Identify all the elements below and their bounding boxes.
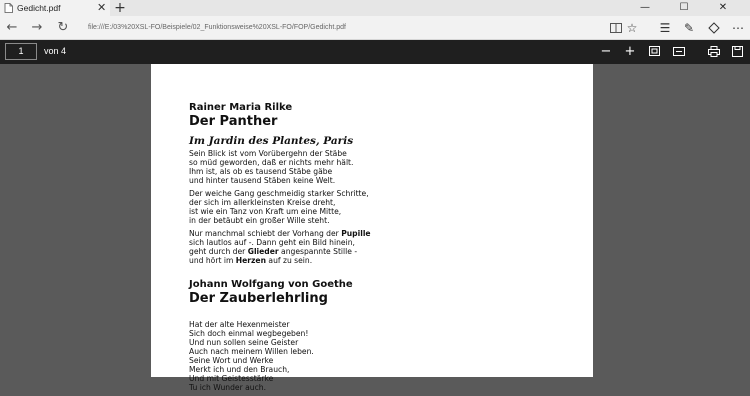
verse-line: Und mit Geistesstärke xyxy=(189,374,274,383)
tab-strip: Gedicht.pdf ✕ + — ☐ ✕ xyxy=(0,0,750,16)
minimize-button[interactable]: — xyxy=(630,0,660,16)
verse-line: geht durch der Glieder angespannte Still… xyxy=(189,247,569,256)
verse-line: in der betäubt ein großer Wille steht. xyxy=(189,216,330,225)
poem-separator xyxy=(189,269,569,279)
verse-line: Nur manchmal schiebt der Vorhang der Pup… xyxy=(189,229,569,238)
verse-line: Tu ich Wunder auch. xyxy=(189,383,266,392)
verse-text: Nur manchmal schiebt der Vorhang der xyxy=(189,229,342,238)
address-bar[interactable]: file:///E:/03%20XSL-FO/Beispiele/02_Funk… xyxy=(88,20,598,36)
navigation-bar: ← → ↻ file:///E:/03%20XSL-FO/Beispiele/0… xyxy=(0,16,750,40)
pdf-toolbar: 1 von 4 − + xyxy=(0,40,750,64)
poem2-stanza-1: Hat der alte Hexenmeister Sich doch einm… xyxy=(189,320,569,392)
poem2-gap xyxy=(189,306,569,318)
page-number-input[interactable]: 1 xyxy=(5,43,37,60)
poem2-title: Der Zauberlehrling xyxy=(189,291,328,306)
poem1-title: Der Panther xyxy=(189,114,278,129)
zoom-in-button[interactable]: + xyxy=(621,43,639,60)
verse-line: und hört im Herzen auf zu sein. xyxy=(189,256,569,265)
pdf-file-icon xyxy=(4,3,13,13)
poem1-subtitle: Im Jardin des Plantes, Paris xyxy=(189,135,354,147)
verse-text: auf zu sein. xyxy=(266,256,313,265)
poem1-stanza-3: Nur manchmal schiebt der Vorhang der Pup… xyxy=(189,229,569,265)
more-icon[interactable]: ⋯ xyxy=(729,20,747,36)
fit-page-icon[interactable] xyxy=(645,43,663,60)
page-layout-icon[interactable] xyxy=(670,43,688,60)
poem-content: Rainer Maria Rilke Der Panther Im Jardin… xyxy=(189,102,569,396)
verse-emphasis: Herzen xyxy=(235,256,266,265)
verse-line: Hat der alte Hexenmeister xyxy=(189,320,290,329)
web-note-icon[interactable]: ✎ xyxy=(680,20,698,36)
pdf-viewer[interactable]: Rainer Maria Rilke Der Panther Im Jardin… xyxy=(0,64,750,392)
close-window-button[interactable]: ✕ xyxy=(708,0,738,16)
verse-line: Sein Blick ist vom Vorübergehn der Stäbe xyxy=(189,149,347,158)
share-icon[interactable] xyxy=(705,20,723,36)
verse-line: Der weiche Gang geschmeidig starker Schr… xyxy=(189,189,369,198)
verse-line: und hinter tausend Stäben keine Welt. xyxy=(189,176,336,185)
verse-text: angespannte Stille - xyxy=(278,247,358,256)
refresh-button[interactable]: ↻ xyxy=(54,20,72,36)
verse-line: Ihm ist, als ob es tausend Stäbe gäbe xyxy=(189,167,333,176)
back-button[interactable]: ← xyxy=(3,20,21,36)
verse-text: und hört im xyxy=(189,256,236,265)
tab-gedicht-pdf[interactable]: Gedicht.pdf ✕ xyxy=(0,0,110,16)
verse-line: Und nun sollen seine Geister xyxy=(189,338,299,347)
print-icon[interactable] xyxy=(705,43,723,60)
verse-line: Seine Wort und Werke xyxy=(189,356,274,365)
verse-line: Merkt ich und den Brauch, xyxy=(189,365,290,374)
verse-text: geht durch der xyxy=(189,247,248,256)
zoom-out-button[interactable]: − xyxy=(597,43,615,60)
save-icon[interactable] xyxy=(728,43,746,60)
forward-button[interactable]: → xyxy=(28,20,46,36)
new-tab-button[interactable]: + xyxy=(113,0,127,16)
verse-line: Sich doch einmal wegbegeben! xyxy=(189,329,309,338)
poem2-author: Johann Wolfgang von Goethe xyxy=(189,279,353,290)
poem1-author: Rainer Maria Rilke xyxy=(189,102,293,113)
favorite-star-icon[interactable]: ☆ xyxy=(623,20,641,36)
verse-line: sich lautlos auf -. Dann geht ein Bild h… xyxy=(189,238,355,247)
page-count-label: von 4 xyxy=(44,46,67,56)
tab-title: Gedicht.pdf xyxy=(17,3,61,13)
maximize-button[interactable]: ☐ xyxy=(669,0,699,16)
poem1-stanza-1: Sein Blick ist vom Vorübergehn der Stäbe… xyxy=(189,149,569,185)
poem1-stanza-2: Der weiche Gang geschmeidig starker Schr… xyxy=(189,189,569,225)
verse-line: ist wie ein Tanz von Kraft um eine Mitte… xyxy=(189,207,342,216)
pdf-page: Rainer Maria Rilke Der Panther Im Jardin… xyxy=(151,64,593,392)
verse-emphasis: Pupille xyxy=(341,229,371,238)
verse-line: so müd geworden, daß er nichts mehr hält… xyxy=(189,158,354,167)
hub-icon[interactable]: ☰ xyxy=(656,20,674,36)
verse-line: Auch nach meinem Willen leben. xyxy=(189,347,314,356)
verse-emphasis: Glieder xyxy=(247,247,279,256)
verse-line: der sich im allerkleinsten Kreise dreht, xyxy=(189,198,336,207)
tab-close-icon[interactable]: ✕ xyxy=(97,1,106,15)
